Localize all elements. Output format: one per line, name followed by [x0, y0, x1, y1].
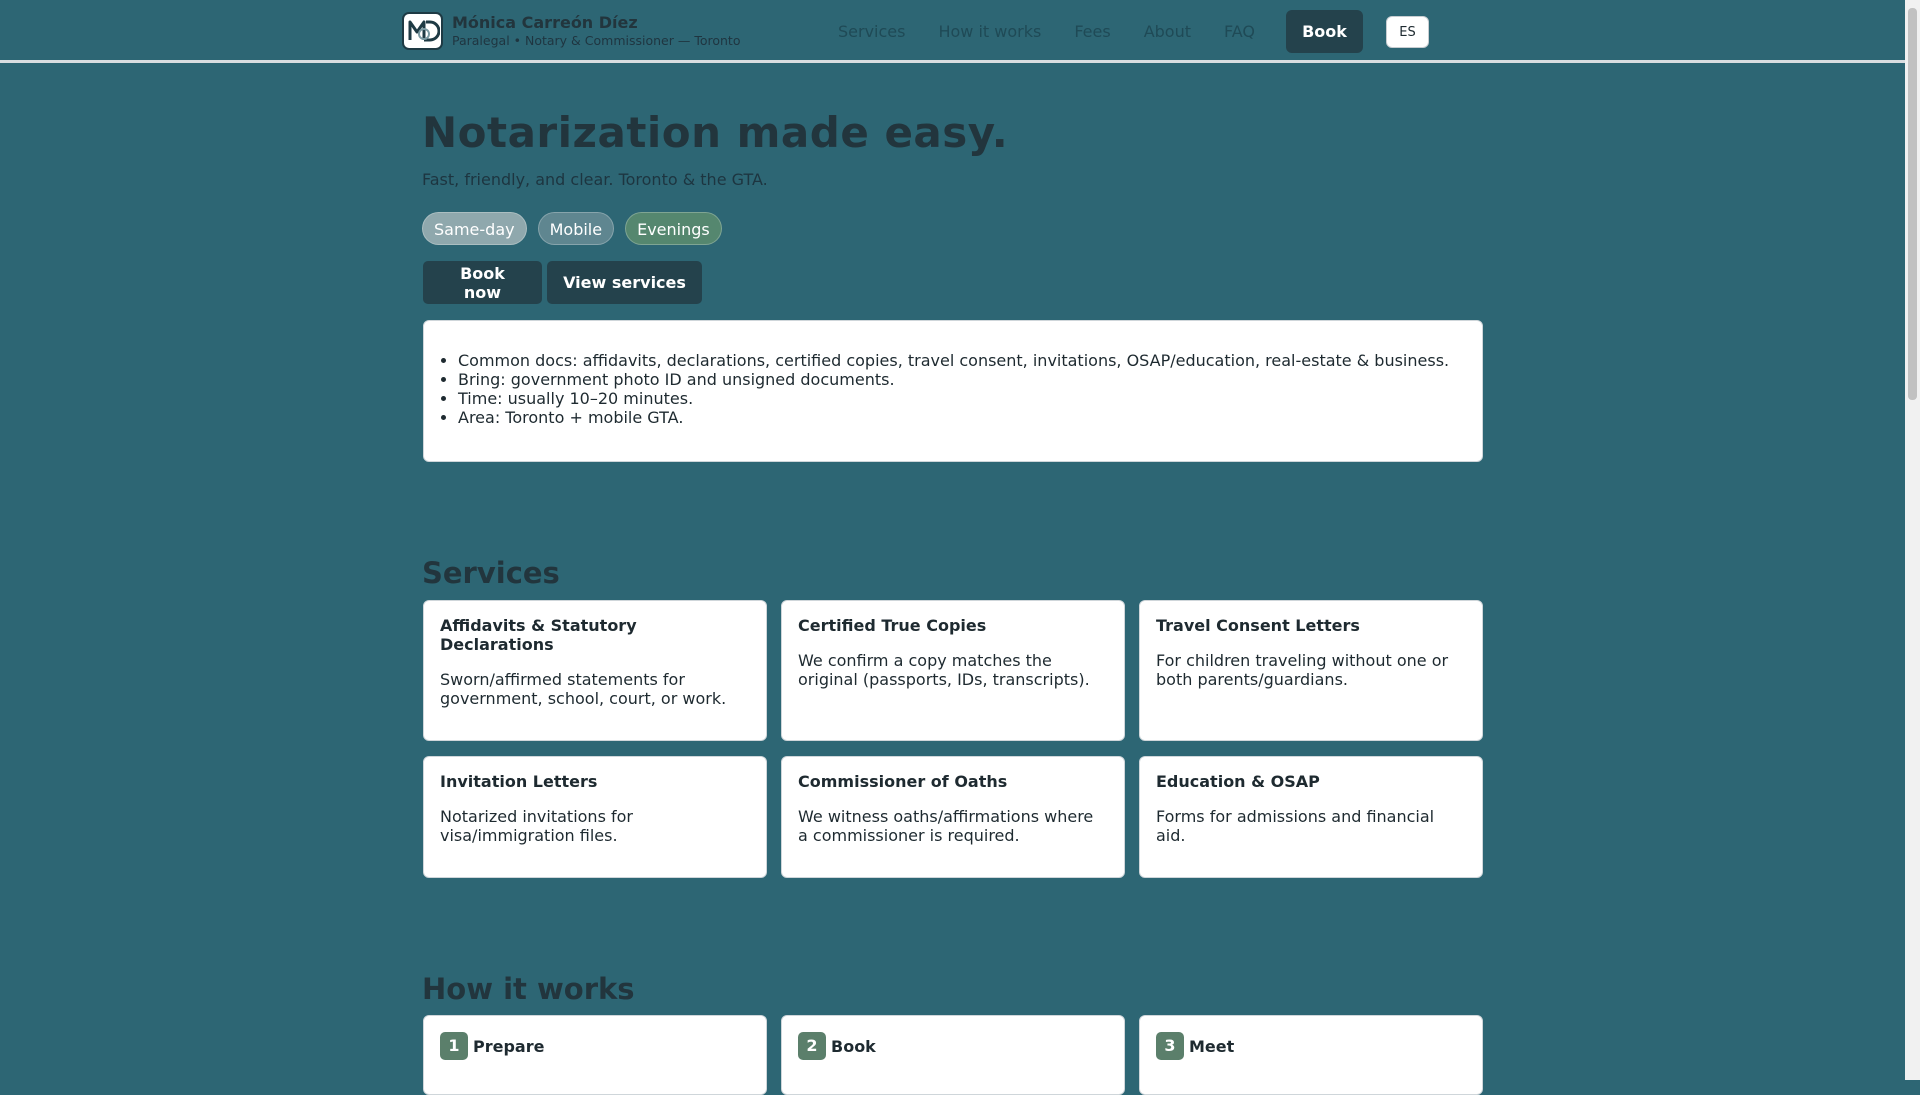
- site-header: Mónica Carreón Díez Paralegal • Notary &…: [0, 0, 1905, 63]
- scrollbar-thumb[interactable]: [1908, 8, 1917, 400]
- service-card-invitation-letters[interactable]: Invitation Letters Notarized invitations…: [423, 756, 767, 878]
- info-item-area: Area: Toronto + mobile GTA.: [458, 408, 1482, 427]
- service-card-desc: Sworn/affirmed statements for government…: [440, 670, 727, 708]
- service-card-education-osap[interactable]: Education & OSAP Forms for admissions an…: [1139, 756, 1483, 878]
- nav-faq[interactable]: FAQ: [1224, 22, 1255, 41]
- brand-logo-icon: [402, 12, 443, 50]
- service-card-desc: We confirm a copy matches the original (…: [798, 651, 1090, 689]
- step-heading: 1 Prepare: [440, 1032, 750, 1060]
- nav-services[interactable]: Services: [838, 22, 905, 41]
- step-title: Meet: [1189, 1036, 1235, 1056]
- step-number-badge: 3: [1156, 1032, 1184, 1060]
- service-card-title: Travel Consent Letters: [1156, 616, 1360, 635]
- step-heading: 2 Book: [798, 1032, 1108, 1060]
- service-card-title: Affidavits & Statutory Declarations: [440, 616, 637, 654]
- service-card-travel-consent[interactable]: Travel Consent Letters For children trav…: [1139, 600, 1483, 741]
- step-card-book: 2 Book: [781, 1015, 1125, 1095]
- service-card-desc: For children traveling without one or bo…: [1156, 651, 1449, 689]
- language-toggle-button[interactable]: ES: [1386, 16, 1429, 48]
- info-list: Common docs: affidavits, declarations, c…: [424, 351, 1482, 427]
- service-card-commissioner[interactable]: Commissioner of Oaths We witness oaths/a…: [781, 756, 1125, 878]
- service-card-title: Certified True Copies: [798, 616, 987, 635]
- step-title: Book: [831, 1036, 876, 1056]
- service-card-desc: Notarized invitations for visa/immigrati…: [440, 807, 633, 845]
- hero-subtitle: Fast, friendly, and clear. Toronto & the…: [422, 170, 768, 189]
- nav-how-it-works[interactable]: How it works: [938, 22, 1041, 41]
- step-number-badge: 1: [440, 1032, 468, 1060]
- step-card-prepare: 1 Prepare: [423, 1015, 767, 1095]
- main-nav: Services How it works Fees About FAQ: [838, 10, 1288, 53]
- service-card-desc: Forms for admissions and financial aid.: [1156, 807, 1435, 845]
- services-title: Services: [422, 556, 560, 590]
- service-card-title: Invitation Letters: [440, 772, 598, 791]
- service-card-desc: We witness oaths/affirmations where a co…: [798, 807, 1094, 845]
- nav-fees[interactable]: Fees: [1074, 22, 1110, 41]
- info-item-docs: Common docs: affidavits, declarations, c…: [458, 351, 1482, 370]
- info-item-time: Time: usually 10–20 minutes.: [458, 389, 1482, 408]
- service-card-certified-copies[interactable]: Certified True Copies We confirm a copy …: [781, 600, 1125, 741]
- hero-title: Notarization made easy.: [422, 108, 1009, 157]
- step-number-badge: 2: [798, 1032, 826, 1060]
- chip-evenings: Evenings: [625, 212, 722, 245]
- service-card-title: Commissioner of Oaths: [798, 772, 1008, 791]
- step-card-meet: 3 Meet: [1139, 1015, 1483, 1095]
- step-heading: 3 Meet: [1156, 1032, 1466, 1060]
- service-card-affidavits[interactable]: Affidavits & Statutory Declarations Swor…: [423, 600, 767, 741]
- chip-same-day: Same-day: [422, 212, 527, 245]
- info-card: Common docs: affidavits, declarations, c…: [423, 320, 1483, 462]
- brand-name: Mónica Carreón Díez: [452, 13, 638, 32]
- book-now-button[interactable]: Book now: [423, 261, 542, 304]
- chip-mobile: Mobile: [537, 212, 615, 245]
- step-title: Prepare: [473, 1036, 545, 1056]
- service-card-title: Education & OSAP: [1156, 772, 1320, 791]
- header-book-button[interactable]: Book: [1286, 10, 1363, 53]
- nav-about[interactable]: About: [1144, 22, 1191, 41]
- brand-tagline: Paralegal • Notary & Commissioner — Toro…: [452, 33, 741, 48]
- feature-chips: Same-day Mobile Evenings: [422, 212, 733, 245]
- info-item-bring: Bring: government photo ID and unsigned …: [458, 370, 1482, 389]
- view-services-button[interactable]: View services: [547, 261, 702, 304]
- brand[interactable]: Mónica Carreón Díez Paralegal • Notary &…: [402, 12, 740, 50]
- how-it-works-title: How it works: [422, 972, 635, 1006]
